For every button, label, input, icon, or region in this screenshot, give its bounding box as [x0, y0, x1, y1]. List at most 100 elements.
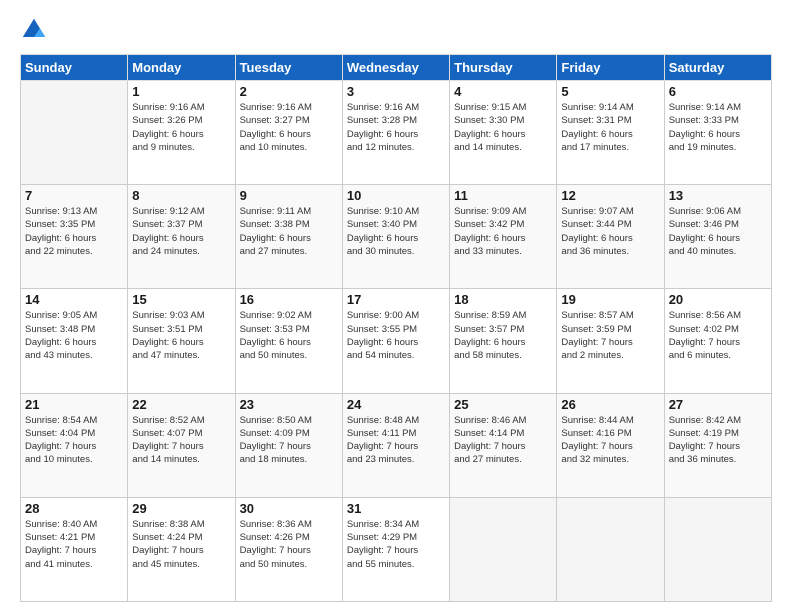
- day-number: 22: [132, 397, 230, 412]
- day-info: Sunrise: 8:42 AM Sunset: 4:19 PM Dayligh…: [669, 414, 767, 467]
- calendar-cell: 5 Sunrise: 9:14 AM Sunset: 3:31 PM Daylig…: [557, 81, 664, 185]
- day-info: Sunrise: 9:15 AM Sunset: 3:30 PM Dayligh…: [454, 101, 552, 154]
- calendar-week-row: 14 Sunrise: 9:05 AM Sunset: 3:48 PM Dayli…: [21, 289, 772, 393]
- calendar-cell: 23 Sunrise: 8:50 AM Sunset: 4:09 PM Dayli…: [235, 393, 342, 497]
- day-number: 25: [454, 397, 552, 412]
- day-info: Sunrise: 9:05 AM Sunset: 3:48 PM Dayligh…: [25, 309, 123, 362]
- day-number: 5: [561, 84, 659, 99]
- day-number: 23: [240, 397, 338, 412]
- calendar-cell: 18Sunrise: 8:59 AM Sunset: 3:57 PM Dayli…: [450, 289, 557, 393]
- calendar-cell: 6 Sunrise: 9:14 AM Sunset: 3:33 PM Daylig…: [664, 81, 771, 185]
- calendar-cell: 15Sunrise: 9:03 AM Sunset: 3:51 PM Dayli…: [128, 289, 235, 393]
- day-number: 21: [25, 397, 123, 412]
- day-info: Sunrise: 8:50 AM Sunset: 4:09 PM Dayligh…: [240, 414, 338, 467]
- day-info: Sunrise: 9:11 AM Sunset: 3:38 PM Dayligh…: [240, 205, 338, 258]
- day-number: 6: [669, 84, 767, 99]
- day-info: Sunrise: 8:44 AM Sunset: 4:16 PM Dayligh…: [561, 414, 659, 467]
- calendar-cell: 24Sunrise: 8:48 AM Sunset: 4:11 PM Dayli…: [342, 393, 449, 497]
- calendar-cell: 31Sunrise: 8:34 AM Sunset: 4:29 PM Dayli…: [342, 497, 449, 601]
- calendar-cell: 29 Sunrise: 8:38 AM Sunset: 4:24 PM Dayli…: [128, 497, 235, 601]
- calendar-cell: 30 Sunrise: 8:36 AM Sunset: 4:26 PM Dayli…: [235, 497, 342, 601]
- day-number: 26: [561, 397, 659, 412]
- logo: [20, 16, 50, 44]
- day-info: Sunrise: 9:00 AM Sunset: 3:55 PM Dayligh…: [347, 309, 445, 362]
- logo-icon: [20, 16, 48, 44]
- calendar-cell: [557, 497, 664, 601]
- calendar-table: SundayMondayTuesdayWednesdayThursdayFrid…: [20, 54, 772, 602]
- column-header-tuesday: Tuesday: [235, 55, 342, 81]
- column-header-thursday: Thursday: [450, 55, 557, 81]
- calendar-week-row: 1Sunrise: 9:16 AM Sunset: 3:26 PM Daylig…: [21, 81, 772, 185]
- column-header-sunday: Sunday: [21, 55, 128, 81]
- day-number: 1: [132, 84, 230, 99]
- calendar-cell: 17 Sunrise: 9:00 AM Sunset: 3:55 PM Dayli…: [342, 289, 449, 393]
- calendar-cell: [664, 497, 771, 601]
- day-number: 7: [25, 188, 123, 203]
- day-number: 31: [347, 501, 445, 516]
- calendar-cell: 28Sunrise: 8:40 AM Sunset: 4:21 PM Dayli…: [21, 497, 128, 601]
- calendar-body: 1Sunrise: 9:16 AM Sunset: 3:26 PM Daylig…: [21, 81, 772, 602]
- calendar-cell: 3 Sunrise: 9:16 AM Sunset: 3:28 PM Daylig…: [342, 81, 449, 185]
- calendar-cell: 14 Sunrise: 9:05 AM Sunset: 3:48 PM Dayli…: [21, 289, 128, 393]
- day-number: 2: [240, 84, 338, 99]
- day-number: 29: [132, 501, 230, 516]
- calendar-week-row: 21Sunrise: 8:54 AM Sunset: 4:04 PM Dayli…: [21, 393, 772, 497]
- calendar-cell: 4 Sunrise: 9:15 AM Sunset: 3:30 PM Daylig…: [450, 81, 557, 185]
- day-number: 10: [347, 188, 445, 203]
- calendar-cell: 10Sunrise: 9:10 AM Sunset: 3:40 PM Dayli…: [342, 185, 449, 289]
- day-info: Sunrise: 9:12 AM Sunset: 3:37 PM Dayligh…: [132, 205, 230, 258]
- calendar-week-row: 28Sunrise: 8:40 AM Sunset: 4:21 PM Dayli…: [21, 497, 772, 601]
- day-info: Sunrise: 8:52 AM Sunset: 4:07 PM Dayligh…: [132, 414, 230, 467]
- page: SundayMondayTuesdayWednesdayThursdayFrid…: [0, 0, 792, 612]
- day-number: 20: [669, 292, 767, 307]
- day-number: 17: [347, 292, 445, 307]
- calendar-cell: 26 Sunrise: 8:44 AM Sunset: 4:16 PM Dayli…: [557, 393, 664, 497]
- day-info: Sunrise: 9:14 AM Sunset: 3:31 PM Dayligh…: [561, 101, 659, 154]
- day-info: Sunrise: 9:09 AM Sunset: 3:42 PM Dayligh…: [454, 205, 552, 258]
- day-info: Sunrise: 8:36 AM Sunset: 4:26 PM Dayligh…: [240, 518, 338, 571]
- day-number: 14: [25, 292, 123, 307]
- day-info: Sunrise: 8:59 AM Sunset: 3:57 PM Dayligh…: [454, 309, 552, 362]
- calendar-cell: 22 Sunrise: 8:52 AM Sunset: 4:07 PM Dayli…: [128, 393, 235, 497]
- calendar-cell: 12 Sunrise: 9:07 AM Sunset: 3:44 PM Dayli…: [557, 185, 664, 289]
- day-number: 27: [669, 397, 767, 412]
- column-header-wednesday: Wednesday: [342, 55, 449, 81]
- day-info: Sunrise: 9:16 AM Sunset: 3:28 PM Dayligh…: [347, 101, 445, 154]
- calendar-cell: 7 Sunrise: 9:13 AM Sunset: 3:35 PM Daylig…: [21, 185, 128, 289]
- day-info: Sunrise: 8:38 AM Sunset: 4:24 PM Dayligh…: [132, 518, 230, 571]
- day-number: 19: [561, 292, 659, 307]
- calendar-cell: 20 Sunrise: 8:56 AM Sunset: 4:02 PM Dayli…: [664, 289, 771, 393]
- day-info: Sunrise: 8:46 AM Sunset: 4:14 PM Dayligh…: [454, 414, 552, 467]
- calendar-cell: 2Sunrise: 9:16 AM Sunset: 3:27 PM Daylig…: [235, 81, 342, 185]
- day-info: Sunrise: 9:07 AM Sunset: 3:44 PM Dayligh…: [561, 205, 659, 258]
- calendar-week-row: 7 Sunrise: 9:13 AM Sunset: 3:35 PM Daylig…: [21, 185, 772, 289]
- day-number: 28: [25, 501, 123, 516]
- calendar-cell: 8 Sunrise: 9:12 AM Sunset: 3:37 PM Daylig…: [128, 185, 235, 289]
- calendar-cell: 9 Sunrise: 9:11 AM Sunset: 3:38 PM Daylig…: [235, 185, 342, 289]
- column-header-monday: Monday: [128, 55, 235, 81]
- calendar-cell: 27 Sunrise: 8:42 AM Sunset: 4:19 PM Dayli…: [664, 393, 771, 497]
- calendar-cell: 25 Sunrise: 8:46 AM Sunset: 4:14 PM Dayli…: [450, 393, 557, 497]
- calendar-cell: 19Sunrise: 8:57 AM Sunset: 3:59 PM Dayli…: [557, 289, 664, 393]
- calendar-header-row: SundayMondayTuesdayWednesdayThursdayFrid…: [21, 55, 772, 81]
- day-number: 3: [347, 84, 445, 99]
- day-info: Sunrise: 9:02 AM Sunset: 3:53 PM Dayligh…: [240, 309, 338, 362]
- day-info: Sunrise: 9:14 AM Sunset: 3:33 PM Dayligh…: [669, 101, 767, 154]
- day-info: Sunrise: 8:56 AM Sunset: 4:02 PM Dayligh…: [669, 309, 767, 362]
- day-number: 9: [240, 188, 338, 203]
- day-number: 30: [240, 501, 338, 516]
- calendar-cell: [450, 497, 557, 601]
- column-header-friday: Friday: [557, 55, 664, 81]
- day-number: 11: [454, 188, 552, 203]
- day-info: Sunrise: 8:48 AM Sunset: 4:11 PM Dayligh…: [347, 414, 445, 467]
- day-info: Sunrise: 9:06 AM Sunset: 3:46 PM Dayligh…: [669, 205, 767, 258]
- day-number: 16: [240, 292, 338, 307]
- calendar-cell: [21, 81, 128, 185]
- day-number: 12: [561, 188, 659, 203]
- calendar-cell: 21Sunrise: 8:54 AM Sunset: 4:04 PM Dayli…: [21, 393, 128, 497]
- day-number: 8: [132, 188, 230, 203]
- day-info: Sunrise: 9:03 AM Sunset: 3:51 PM Dayligh…: [132, 309, 230, 362]
- calendar-cell: 1Sunrise: 9:16 AM Sunset: 3:26 PM Daylig…: [128, 81, 235, 185]
- day-number: 4: [454, 84, 552, 99]
- day-info: Sunrise: 9:13 AM Sunset: 3:35 PM Dayligh…: [25, 205, 123, 258]
